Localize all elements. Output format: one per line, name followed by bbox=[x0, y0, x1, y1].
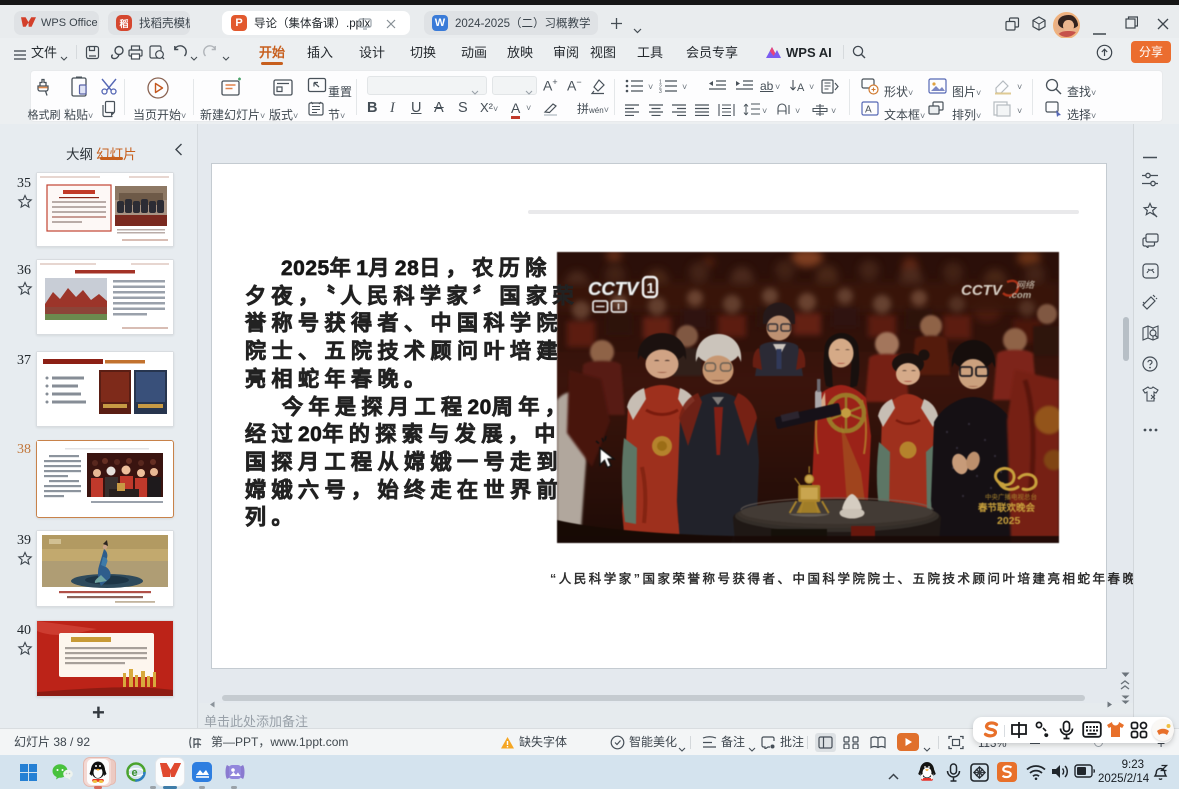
svg-text:.com: .com bbox=[1009, 290, 1032, 301]
svg-text:3: 3 bbox=[659, 89, 662, 93]
svg-text:e: e bbox=[132, 767, 138, 779]
svg-text:春节联欢晚会: 春节联欢晚会 bbox=[977, 502, 1036, 514]
svg-text:网络: 网络 bbox=[1016, 280, 1035, 290]
svg-text:2025: 2025 bbox=[997, 515, 1021, 527]
svg-text:A: A bbox=[865, 105, 872, 116]
svg-text:A: A bbox=[797, 82, 805, 94]
svg-text:CCTV: CCTV bbox=[588, 278, 640, 299]
svg-text:CCTV: CCTV bbox=[961, 282, 1004, 299]
svg-text:1: 1 bbox=[647, 281, 655, 297]
svg-text:中央广播电视总台: 中央广播电视总台 bbox=[985, 492, 1037, 501]
